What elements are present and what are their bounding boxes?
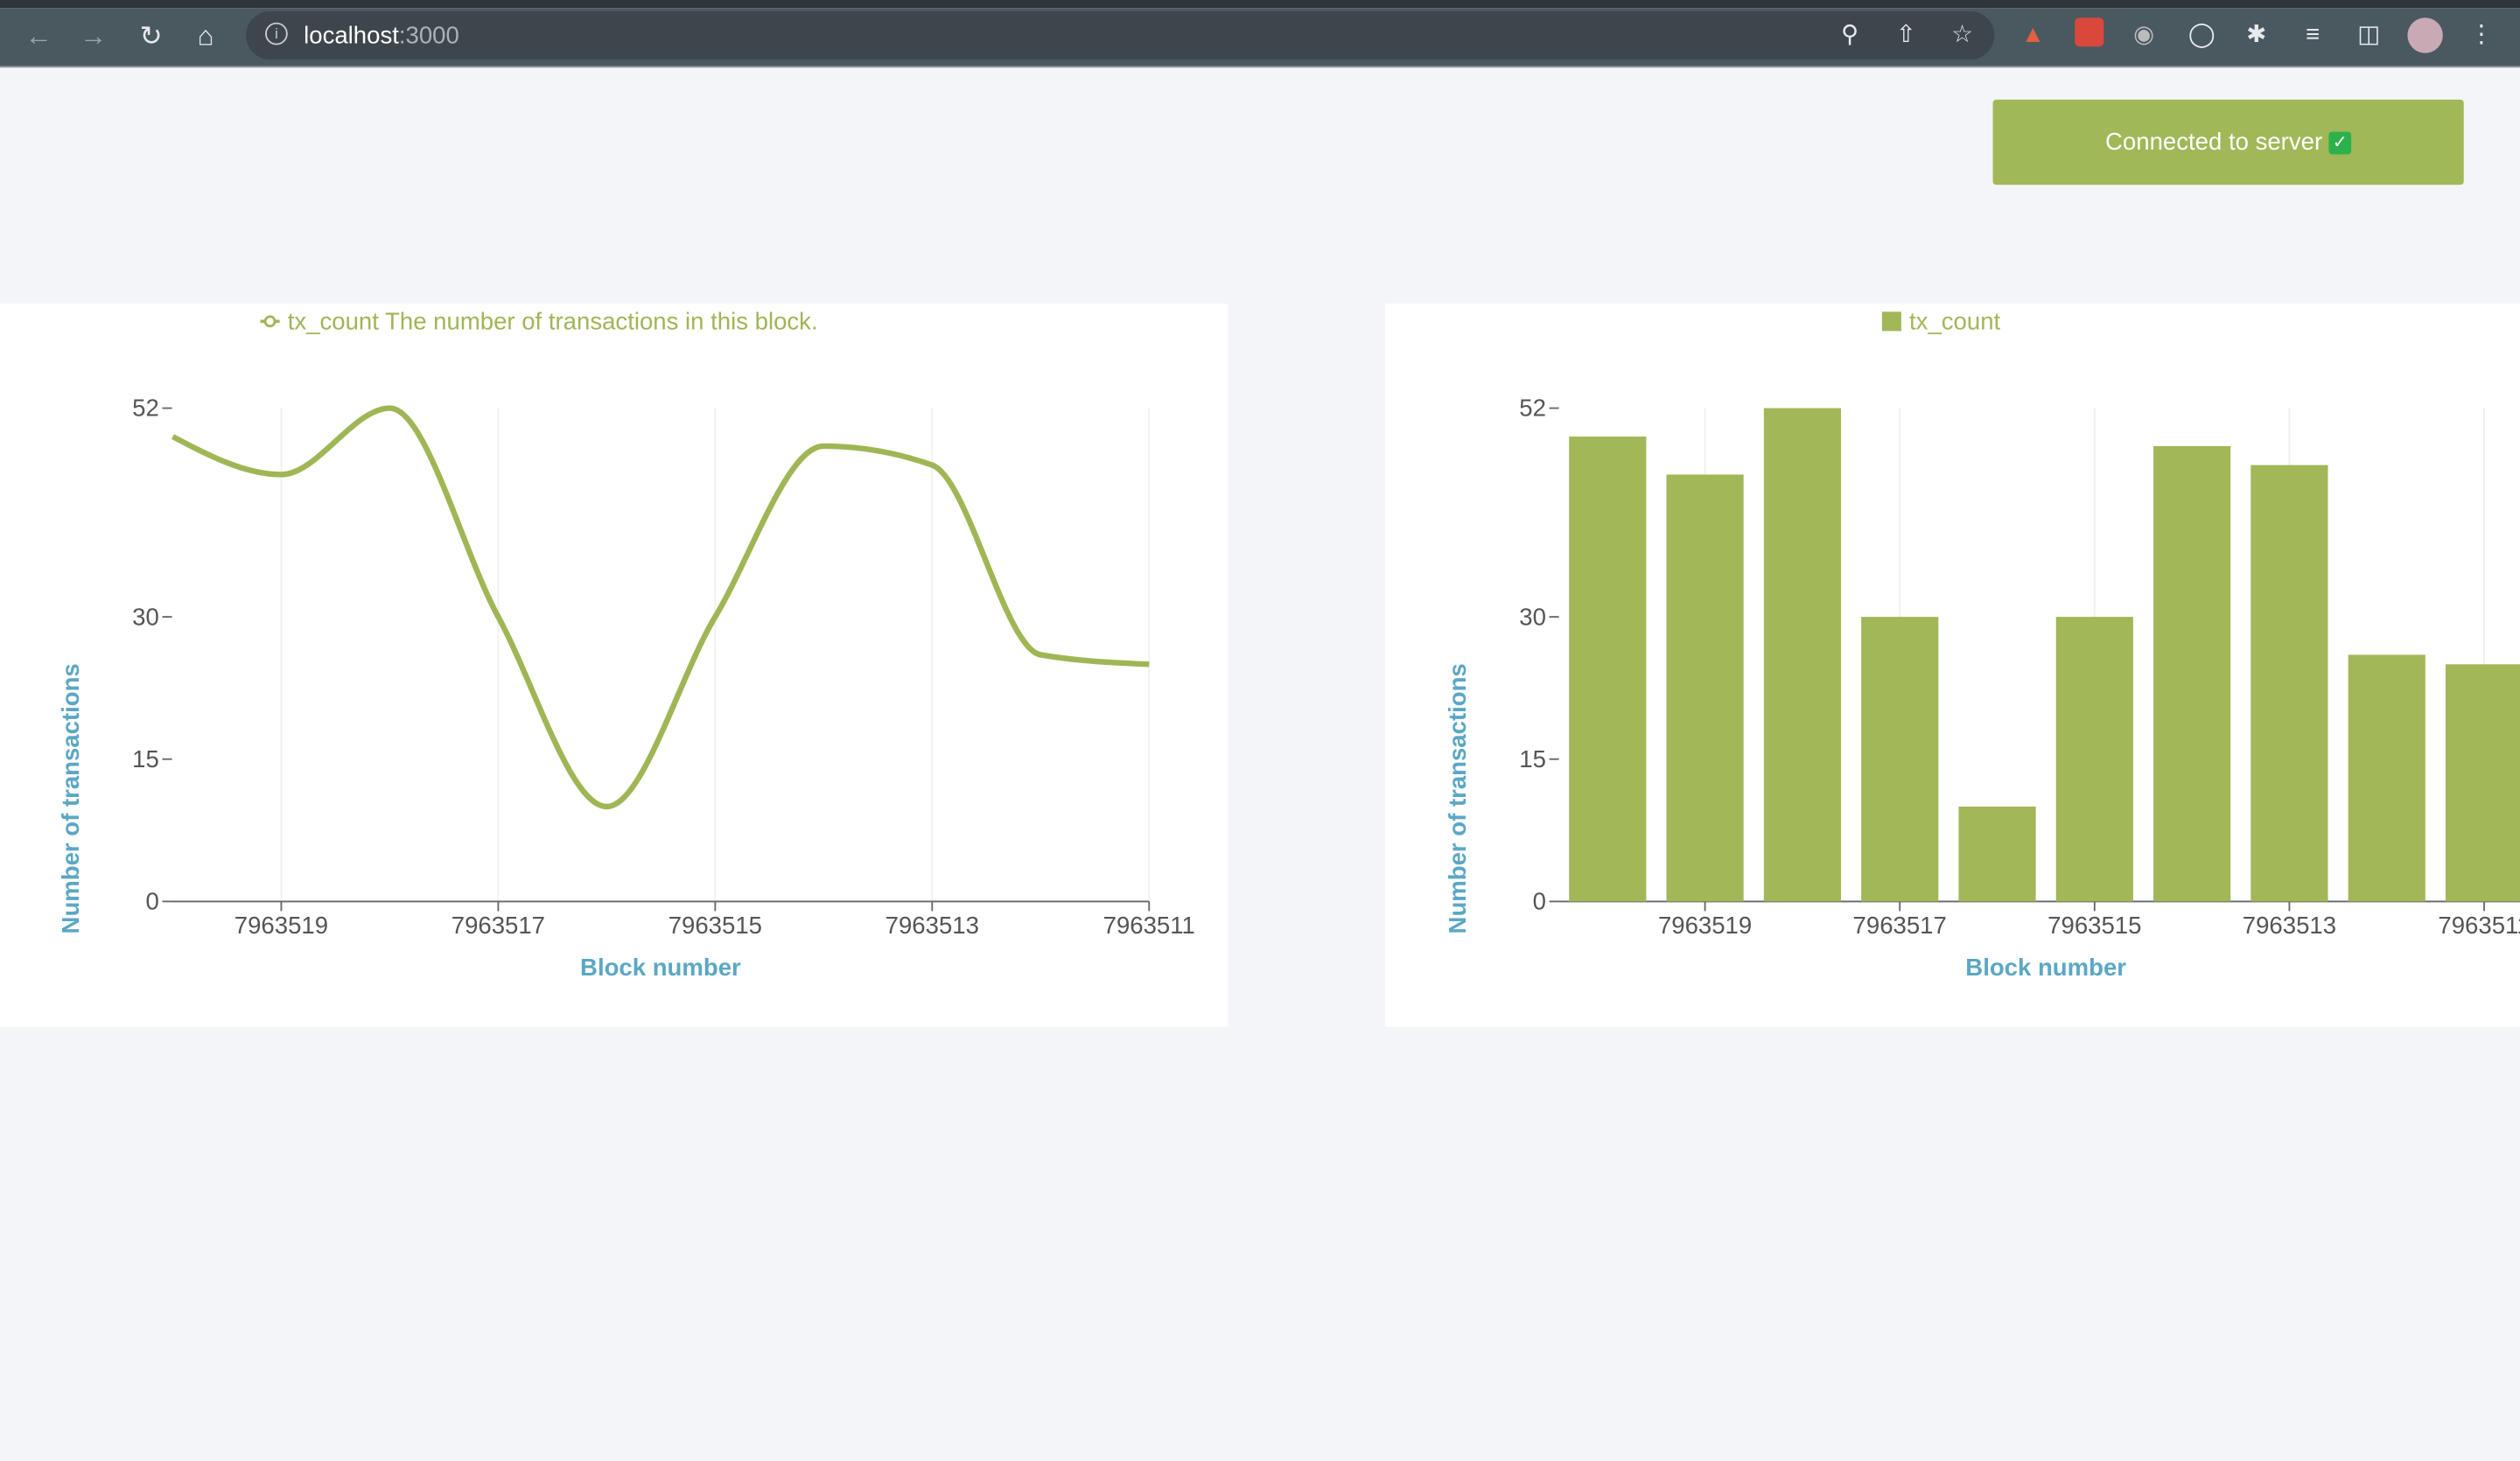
back-arrow-icon[interactable]: ← — [21, 19, 56, 54]
bar — [1861, 617, 1939, 902]
bar-chart-panel: 7963519 7963517 7963515 7963513 7963511 0 15 30… — [1385, 304, 2520, 1027]
x-axis-label: Block number — [580, 954, 741, 981]
url-text: localhost:3000 — [304, 22, 459, 50]
x-tick-label: 7963517 — [1853, 912, 1947, 939]
y-axis-label: Number of transactions — [1444, 663, 1471, 933]
home-icon[interactable]: ⌂ — [188, 19, 223, 54]
kebab-menu-icon[interactable]: ⋮ — [2464, 17, 2499, 52]
line-chart-panel: 7963519 7963517 7963515 7963513 7963511 0 15 30… — [0, 304, 1228, 1027]
line-chart: 7963519 7963517 7963515 7963513 7963511 0 15 30… — [57, 308, 1195, 981]
address-bar[interactable]: i localhost:3000 ⚲ ⇧ ☆ — [246, 10, 1995, 59]
bar — [2445, 664, 2520, 902]
sidepanel-icon[interactable]: ◫ — [2351, 17, 2386, 52]
connection-status-badge: Connected to server ✓ — [1992, 99, 2464, 185]
avatar[interactable] — [2407, 17, 2443, 53]
x-tick-label: 7963513 — [2243, 912, 2336, 939]
bar — [2348, 654, 2426, 902]
bar — [1569, 437, 1647, 902]
bar — [1958, 806, 2036, 902]
reload-icon[interactable]: ↻ — [133, 19, 168, 54]
y-tick-label: 0 — [146, 888, 159, 915]
bar — [2055, 617, 2133, 902]
legend-label: tx_count — [1909, 308, 2000, 335]
legend-square-icon — [1881, 311, 1901, 332]
x-tick-label: 7963513 — [886, 912, 979, 939]
browser-toolbar: ← → ↻ ⌂ i localhost:3000 ⚲ ⇧ ☆ ▲ ◉ ◯ ✱ ≡… — [0, 8, 2520, 68]
bar — [2153, 445, 2231, 902]
legend-marker-icon — [263, 315, 276, 328]
bookmark-star-icon[interactable]: ☆ — [1944, 17, 1979, 52]
check-mark-icon: ✓ — [2328, 130, 2352, 154]
extension-icon[interactable] — [2075, 17, 2104, 47]
y-tick-label: 30 — [1519, 603, 1546, 630]
share-icon[interactable]: ⇧ — [1888, 17, 1923, 52]
x-tick-label: 7963511 — [2438, 912, 2520, 939]
x-tick-label: 7963515 — [668, 912, 762, 939]
x-axis-label: Block number — [1965, 954, 2126, 981]
x-tick-label: 7963515 — [2048, 912, 2141, 939]
x-tick-label: 7963519 — [234, 912, 328, 939]
y-tick-label: 15 — [1519, 745, 1546, 772]
info-icon[interactable]: i — [265, 22, 288, 45]
camera-icon[interactable]: ◉ — [2126, 17, 2161, 52]
status-label: Connected to server — [2105, 128, 2323, 157]
extension-icon[interactable]: ▲ — [2015, 17, 2050, 52]
forward-arrow-icon[interactable]: → — [75, 19, 110, 54]
puzzle-icon[interactable]: ✱ — [2239, 17, 2274, 52]
y-tick-label: 0 — [1533, 888, 1546, 915]
y-axis-label: Number of transactions — [57, 663, 84, 933]
bar — [1666, 474, 1744, 902]
extension-icon[interactable]: ◯ — [2184, 17, 2219, 52]
y-tick-label: 15 — [132, 745, 159, 772]
y-tick-label: 52 — [132, 395, 159, 422]
zoom-icon[interactable]: ⚲ — [1832, 17, 1867, 52]
x-tick-label: 7963517 — [452, 912, 545, 939]
x-tick-label: 7963511 — [1103, 912, 1195, 939]
y-tick-label: 30 — [132, 603, 159, 630]
series-line — [171, 405, 1150, 810]
y-tick-label: 52 — [1519, 395, 1546, 422]
bar-chart: 7963519 7963517 7963515 7963513 7963511 0 15 30… — [1444, 308, 2520, 981]
tab-strip — [0, 0, 2520, 9]
bar — [1763, 408, 1841, 902]
media-icon[interactable]: ≡ — [2295, 17, 2330, 52]
x-tick-label: 7963519 — [1658, 912, 1752, 939]
bar — [2250, 465, 2328, 902]
legend-label: tx_count The number of transactions in t… — [288, 308, 818, 335]
